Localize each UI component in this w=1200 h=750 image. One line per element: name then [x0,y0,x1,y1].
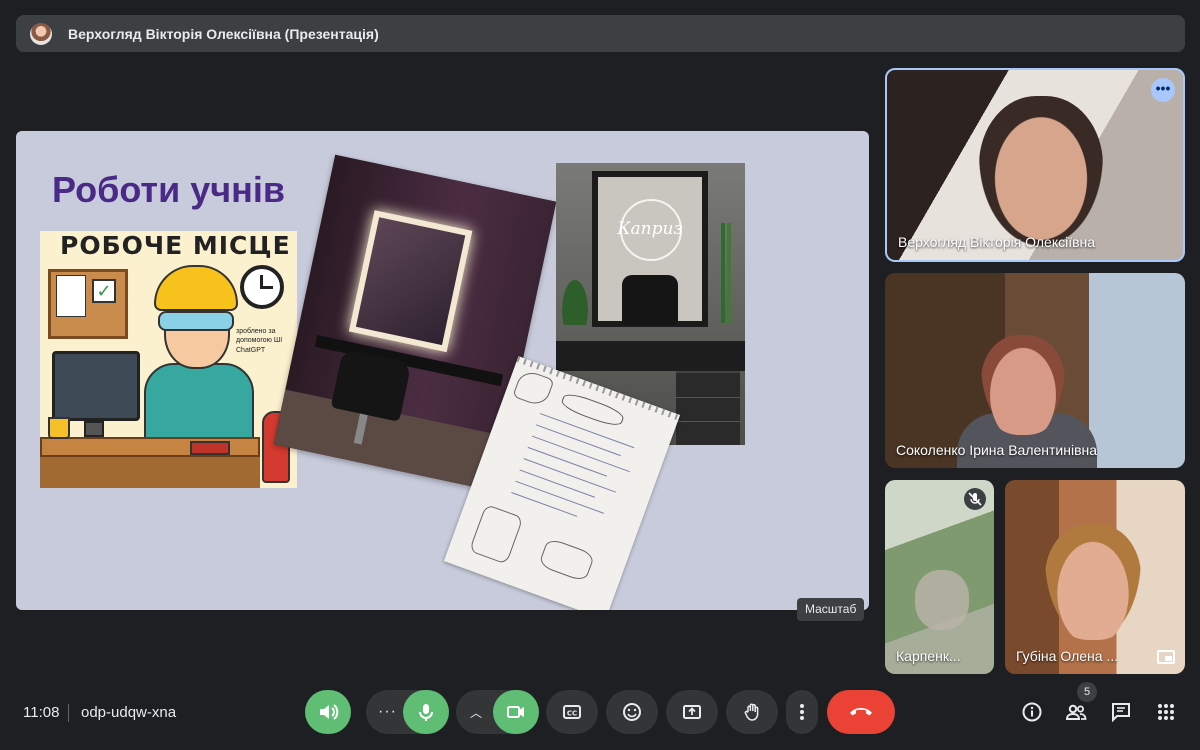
more-audio-options-icon[interactable]: ··· [378,703,397,721]
divider [68,704,69,722]
poster-paper [56,275,86,317]
participant-video [981,335,1065,435]
speaker-button[interactable] [305,690,351,734]
microphone-icon [419,704,433,721]
info-icon [1022,702,1042,722]
poster-mug [48,417,70,439]
meeting-code: odp-udqw-xna [81,704,177,721]
participant-video [1045,524,1141,640]
poster-monitor-stand [84,421,104,437]
poster-heading: РОБОЧЕ МІСЦЕ [60,231,291,260]
captions-button[interactable]: CC [546,690,598,734]
sketch-line [519,469,595,498]
poster-desk-front [40,457,260,488]
participant-name: Верхогляд Вікторія Олексіївна [898,234,1096,250]
hang-up-icon [850,708,872,716]
camera-button[interactable] [493,690,539,734]
poster-worker-body [144,363,254,443]
presenter-avatar [30,22,52,45]
participant-tile-1[interactable]: ••• Верхогляд Вікторія Олексіївна [885,68,1185,262]
people-button[interactable] [1060,696,1092,728]
poster-book [190,441,230,455]
speaker-icon [320,704,339,720]
participant-name: Карпенк... [896,648,961,664]
camera-icon [507,706,524,718]
meet-window: Верхогляд Вікторія Олексіївна (Презентац… [0,0,1200,750]
photo-desk [556,341,745,371]
raise-hand-button[interactable] [726,690,778,734]
sketch-line [527,446,607,477]
more-vertical-icon [800,704,804,720]
chevron-up-icon[interactable]: ︿ [470,704,482,721]
participant-video [915,570,969,630]
poster-checkmark-icon: ✓ [92,279,116,303]
participant-name: Губіна Олена ... [1016,648,1119,664]
slide-title: Роботи учнів [52,169,285,210]
reactions-button[interactable] [606,690,658,734]
participant-tile-4[interactable]: Губіна Олена ... [1005,480,1185,674]
sketch-line [535,424,621,457]
sketch-mask [538,537,596,583]
participant-tile-2[interactable]: Соколенко Ірина Валентинівна [885,273,1185,468]
zoom-tooltip: Масштаб [797,598,865,621]
workplace-poster-image: ✓ РОБОЧЕ МІСЦЕ зроблено за допомогою ШІ … [40,231,297,488]
poster-note: зроблено за допомогою ШІ ChatGPT [236,328,283,354]
salon-logo-text: Каприз [617,219,683,239]
svg-text:CC: CC [567,710,577,718]
more-options-icon[interactable]: ••• [1151,78,1175,102]
plant-right [714,223,738,323]
captions-icon: CC [563,705,581,719]
raise-hand-icon [744,703,759,721]
poster-monitor [52,351,140,421]
photo-drawers [676,371,740,445]
sketch-hairdryer [512,368,555,409]
poster-helmet [154,265,238,311]
meeting-clock: 11:08 [23,704,60,721]
emoji-icon [623,703,641,721]
mic-muted-icon [964,488,986,510]
presenter-name: Верхогляд Вікторія Олексіївна (Презентац… [68,25,379,42]
activities-button[interactable] [1150,696,1182,728]
people-icon [1065,704,1087,720]
chat-button[interactable] [1105,696,1137,728]
present-screen-icon [683,705,701,719]
present-screen-button[interactable] [666,690,718,734]
end-call-button[interactable] [827,690,895,734]
participant-name: Соколенко Ірина Валентинівна [896,442,1098,458]
poster-clock-icon [240,265,284,309]
sketch-cape [468,503,524,565]
bottom-control-bar: 11:08 odp-udqw-xna ··· ︿ CC 5 [0,682,1200,742]
sketch-line [511,492,578,517]
photo-chair [622,275,678,325]
poster-goggles [158,311,234,331]
chat-icon [1112,703,1130,723]
more-options-button[interactable] [786,690,818,734]
plant-left [560,275,590,325]
presenter-bar[interactable]: Верхогляд Вікторія Олексіївна (Презентац… [16,15,1185,52]
meeting-details-button[interactable] [1016,696,1048,728]
apps-grid-icon [1158,704,1174,720]
microphone-button[interactable] [403,690,449,734]
participant-tile-3[interactable]: Карпенк... [885,480,994,674]
picture-in-picture-icon[interactable] [1157,650,1175,664]
presentation-slide: Роботи учнів ✓ РОБОЧЕ МІСЦЕ зроблено за … [16,131,869,610]
participant-video [979,96,1103,246]
